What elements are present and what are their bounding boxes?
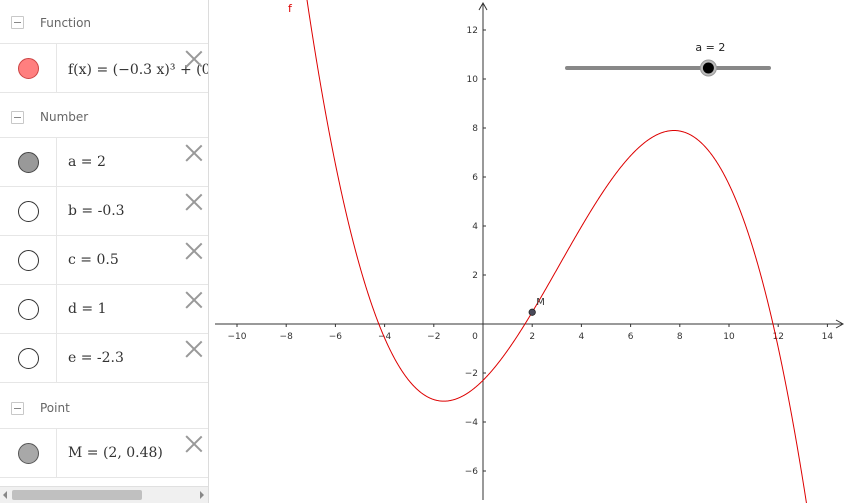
algebra-item-M[interactable]: M = (2, 0.48) — [0, 429, 208, 478]
axes — [215, 1, 845, 500]
slider-a[interactable]: a = 2 — [565, 41, 771, 77]
close-icon[interactable] — [185, 144, 203, 162]
curve-label: f — [288, 2, 293, 15]
algebra-item-f[interactable]: f(x) = (−0.3 x)³ + (0.5 x — [0, 44, 208, 93]
y-tick-label: 10 — [467, 75, 479, 85]
x-tick-label: −2 — [427, 332, 440, 342]
x-tick-label: −10 — [228, 332, 247, 342]
category-label: Function — [40, 16, 92, 30]
y-tick-label: −2 — [465, 369, 478, 379]
x-tick-label: 2 — [529, 332, 535, 342]
scroll-left-icon[interactable] — [3, 491, 7, 499]
visibility-toggle[interactable] — [18, 299, 39, 320]
number-definition: b = -0.3 — [68, 203, 125, 219]
x-tick-labels: −10 −8 −6 −4 −2 0 2 4 6 8 10 12 14 — [228, 324, 834, 342]
category-number[interactable]: Number — [0, 93, 208, 138]
close-icon[interactable] — [185, 242, 203, 260]
y-tick-label: 4 — [472, 222, 478, 232]
number-definition: c = 0.5 — [68, 252, 119, 268]
category-label: Number — [40, 110, 89, 124]
x-tick-label: 14 — [822, 332, 834, 342]
graphics-view[interactable]: −10 −8 −6 −4 −2 0 2 4 6 8 10 12 14 12 10 8 6 4 2 −2 −4 −6 f … — [210, 0, 847, 503]
number-definition: e = -2.3 — [68, 350, 124, 366]
algebra-item-b[interactable]: b = -0.3 — [0, 187, 208, 236]
slider-knob[interactable] — [702, 62, 714, 74]
collapse-icon[interactable] — [11, 16, 24, 29]
algebra-view: Function f(x) = (−0.3 x)³ + (0.5 x Numbe… — [0, 0, 209, 503]
point-label: M — [536, 297, 545, 308]
visibility-toggle[interactable] — [18, 443, 39, 464]
point-m[interactable] — [528, 308, 536, 316]
x-tick-label: −6 — [329, 332, 343, 342]
y-tick-label: 6 — [472, 173, 478, 183]
point-definition: M = (2, 0.48) — [68, 445, 163, 461]
close-icon[interactable] — [185, 340, 203, 358]
x-tick-label: 6 — [628, 332, 634, 342]
visibility-toggle[interactable] — [18, 250, 39, 271]
category-point[interactable]: Point — [0, 383, 208, 429]
y-tick-label: −6 — [465, 467, 479, 477]
visibility-toggle[interactable] — [18, 58, 39, 79]
slider-label: a = 2 — [695, 41, 725, 54]
y-tick-label: 12 — [467, 26, 478, 36]
close-icon[interactable] — [185, 193, 203, 211]
number-definition: d = 1 — [68, 301, 107, 317]
x-tick-label: 8 — [677, 332, 683, 342]
scroll-thumb[interactable] — [12, 490, 142, 500]
x-tick-label: 4 — [579, 332, 585, 342]
y-tick-label: −4 — [465, 418, 479, 428]
close-icon[interactable] — [185, 50, 203, 68]
visibility-toggle[interactable] — [18, 152, 39, 173]
y-tick-label: 2 — [472, 271, 478, 281]
number-definition: a = 2 — [68, 154, 106, 170]
category-function[interactable]: Function — [0, 0, 208, 44]
close-icon[interactable] — [185, 435, 203, 453]
x-tick-label: −4 — [378, 332, 392, 342]
x-tick-label: 12 — [772, 332, 783, 342]
scroll-right-icon[interactable] — [200, 491, 204, 499]
function-curve-f[interactable] — [304, 0, 809, 503]
x-tick-label: 10 — [723, 332, 735, 342]
x-tick-label: −8 — [280, 332, 294, 342]
algebra-item-d[interactable]: d = 1 — [0, 285, 208, 334]
algebra-item-c[interactable]: c = 0.5 — [0, 236, 208, 285]
x-tick-label: 0 — [472, 332, 478, 342]
graphics-canvas[interactable]: −10 −8 −6 −4 −2 0 2 4 6 8 10 12 14 12108642−2−4−6 f … — [210, 0, 847, 503]
visibility-toggle[interactable] — [18, 348, 39, 369]
category-label: Point — [40, 401, 70, 415]
collapse-icon[interactable] — [11, 402, 24, 415]
horizontal-scrollbar[interactable] — [0, 486, 208, 503]
algebra-item-a[interactable]: a = 2 — [0, 138, 208, 187]
close-icon[interactable] — [185, 291, 203, 309]
y-tick-label: 8 — [472, 124, 478, 134]
algebra-item-e[interactable]: e = -2.3 — [0, 334, 208, 383]
visibility-toggle[interactable] — [18, 201, 39, 222]
collapse-icon[interactable] — [11, 111, 24, 124]
